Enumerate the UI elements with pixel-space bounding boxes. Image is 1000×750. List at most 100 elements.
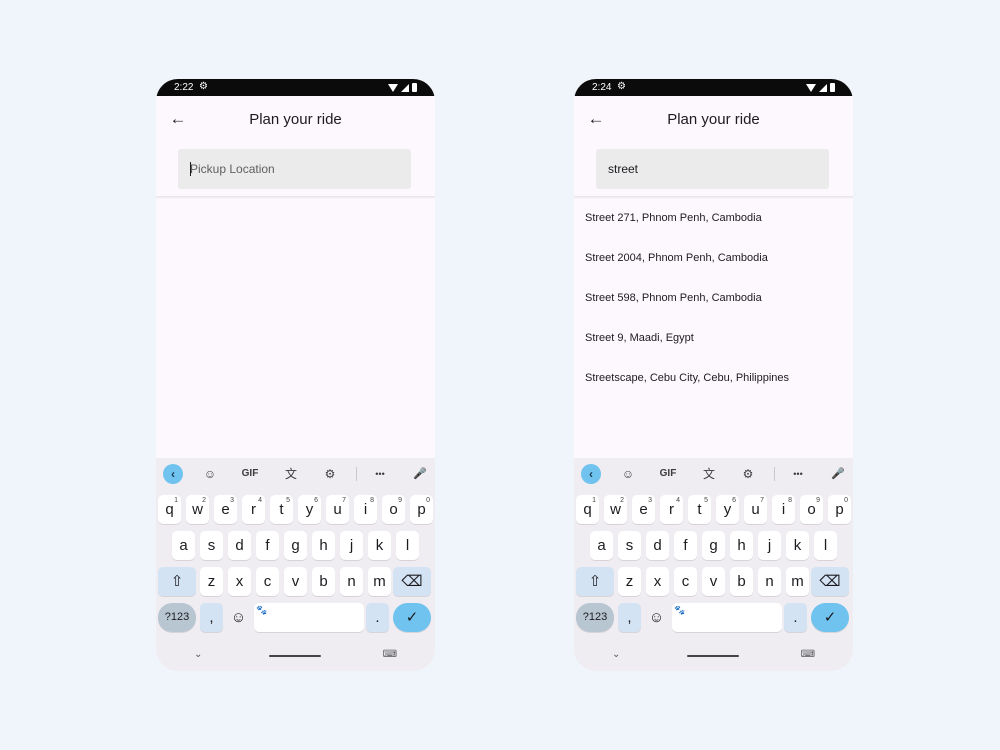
pickup-location-input[interactable] xyxy=(596,149,829,189)
key-i[interactable]: i8 xyxy=(772,495,795,524)
hide-keyboard-chevron-icon[interactable]: ⌄ xyxy=(194,649,202,660)
key-y[interactable]: y6 xyxy=(298,495,321,524)
backspace-key[interactable]: ⌫ xyxy=(393,567,431,596)
key-i[interactable]: i8 xyxy=(354,495,377,524)
result-item[interactable]: Street 2004, Phnom Penh, Cambodia xyxy=(574,239,853,279)
comma-key[interactable]: , xyxy=(200,603,223,632)
sticker-icon[interactable]: ☺ xyxy=(618,464,638,484)
shift-key[interactable]: ⇧ xyxy=(158,567,196,596)
key-h[interactable]: h xyxy=(730,531,753,560)
settings-icon[interactable]: ⚙ xyxy=(738,464,758,484)
result-item[interactable]: Streetscape, Cebu City, Cebu, Philippine… xyxy=(574,359,853,399)
key-q[interactable]: q1 xyxy=(576,495,599,524)
key-q[interactable]: q1 xyxy=(158,495,181,524)
enter-key[interactable]: ✓ xyxy=(811,603,849,632)
comma-key[interactable]: , xyxy=(618,603,641,632)
emoji-key[interactable]: ☺ xyxy=(227,603,250,632)
collapse-toolbar-icon[interactable]: ‹ xyxy=(163,464,183,484)
settings-icon[interactable]: ⚙ xyxy=(320,464,340,484)
key-w[interactable]: w2 xyxy=(186,495,209,524)
key-f[interactable]: f xyxy=(674,531,697,560)
keyboard-switch-icon[interactable]: ⌨ xyxy=(801,649,815,660)
key-row-1: q1w2e3r4t5y6u7i8o9p0 xyxy=(156,495,435,524)
key-e[interactable]: e3 xyxy=(214,495,237,524)
key-s[interactable]: s xyxy=(618,531,641,560)
key-z[interactable]: z xyxy=(618,567,641,596)
key-l[interactable]: l xyxy=(396,531,419,560)
key-b[interactable]: b xyxy=(312,567,335,596)
gif-button[interactable]: GIF xyxy=(236,464,264,484)
key-j[interactable]: j xyxy=(758,531,781,560)
enter-key[interactable]: ✓ xyxy=(393,603,431,632)
key-e[interactable]: e3 xyxy=(632,495,655,524)
sticker-icon[interactable]: ☺ xyxy=(200,464,220,484)
result-item[interactable]: Street 9, Maadi, Egypt xyxy=(574,319,853,359)
mic-icon[interactable]: 🎤 xyxy=(410,464,430,484)
gif-button[interactable]: GIF xyxy=(654,464,682,484)
key-r[interactable]: r4 xyxy=(242,495,265,524)
key-h[interactable]: h xyxy=(312,531,335,560)
key-p[interactable]: p0 xyxy=(410,495,433,524)
home-gesture-bar[interactable] xyxy=(687,655,739,657)
header-divider xyxy=(156,196,435,199)
key-u[interactable]: u7 xyxy=(326,495,349,524)
symbols-key[interactable]: ?123 xyxy=(158,603,196,632)
key-v[interactable]: v xyxy=(284,567,307,596)
backspace-key[interactable]: ⌫ xyxy=(811,567,849,596)
key-v[interactable]: v xyxy=(702,567,725,596)
key-l[interactable]: l xyxy=(814,531,837,560)
key-o[interactable]: o9 xyxy=(800,495,823,524)
key-y[interactable]: y6 xyxy=(716,495,739,524)
key-j[interactable]: j xyxy=(340,531,363,560)
home-gesture-bar[interactable] xyxy=(269,655,321,657)
symbols-key[interactable]: ?123 xyxy=(576,603,614,632)
key-o[interactable]: o9 xyxy=(382,495,405,524)
key-hint: 7 xyxy=(342,497,346,504)
key-t[interactable]: t5 xyxy=(270,495,293,524)
collapse-toolbar-icon[interactable]: ‹ xyxy=(581,464,601,484)
key-x[interactable]: x xyxy=(646,567,669,596)
key-b[interactable]: b xyxy=(730,567,753,596)
key-k[interactable]: k xyxy=(786,531,809,560)
key-g[interactable]: g xyxy=(284,531,307,560)
mic-icon[interactable]: 🎤 xyxy=(828,464,848,484)
key-z[interactable]: z xyxy=(200,567,223,596)
shift-key[interactable]: ⇧ xyxy=(576,567,614,596)
key-p[interactable]: p0 xyxy=(828,495,851,524)
key-a[interactable]: a xyxy=(172,531,195,560)
key-c[interactable]: c xyxy=(256,567,279,596)
result-item[interactable]: Street 271, Phnom Penh, Cambodia xyxy=(574,199,853,239)
translate-icon[interactable]: 文 xyxy=(699,464,719,484)
period-key[interactable]: . xyxy=(784,603,807,632)
period-key[interactable]: . xyxy=(366,603,389,632)
key-label: p xyxy=(417,501,426,518)
more-icon[interactable]: ••• xyxy=(367,464,393,484)
key-m[interactable]: m xyxy=(786,567,809,596)
pickup-location-input[interactable] xyxy=(178,149,411,189)
key-row-2: asdfghjkl xyxy=(574,531,853,560)
translate-icon[interactable]: 文 xyxy=(281,464,301,484)
key-k[interactable]: k xyxy=(368,531,391,560)
key-r[interactable]: r4 xyxy=(660,495,683,524)
key-f[interactable]: f xyxy=(256,531,279,560)
emoji-key[interactable]: ☺ xyxy=(645,603,668,632)
key-d[interactable]: d xyxy=(646,531,669,560)
keyboard-switch-icon[interactable]: ⌨ xyxy=(383,649,397,660)
key-x[interactable]: x xyxy=(228,567,251,596)
more-icon[interactable]: ••• xyxy=(785,464,811,484)
space-key[interactable]: 🐾 xyxy=(254,603,364,632)
key-c[interactable]: c xyxy=(674,567,697,596)
key-m[interactable]: m xyxy=(368,567,391,596)
key-u[interactable]: u7 xyxy=(744,495,767,524)
key-s[interactable]: s xyxy=(200,531,223,560)
space-key[interactable]: 🐾 xyxy=(672,603,782,632)
key-g[interactable]: g xyxy=(702,531,725,560)
key-n[interactable]: n xyxy=(340,567,363,596)
key-a[interactable]: a xyxy=(590,531,613,560)
key-w[interactable]: w2 xyxy=(604,495,627,524)
key-t[interactable]: t5 xyxy=(688,495,711,524)
result-item[interactable]: Street 598, Phnom Penh, Cambodia xyxy=(574,279,853,319)
key-n[interactable]: n xyxy=(758,567,781,596)
key-d[interactable]: d xyxy=(228,531,251,560)
hide-keyboard-chevron-icon[interactable]: ⌄ xyxy=(612,649,620,660)
